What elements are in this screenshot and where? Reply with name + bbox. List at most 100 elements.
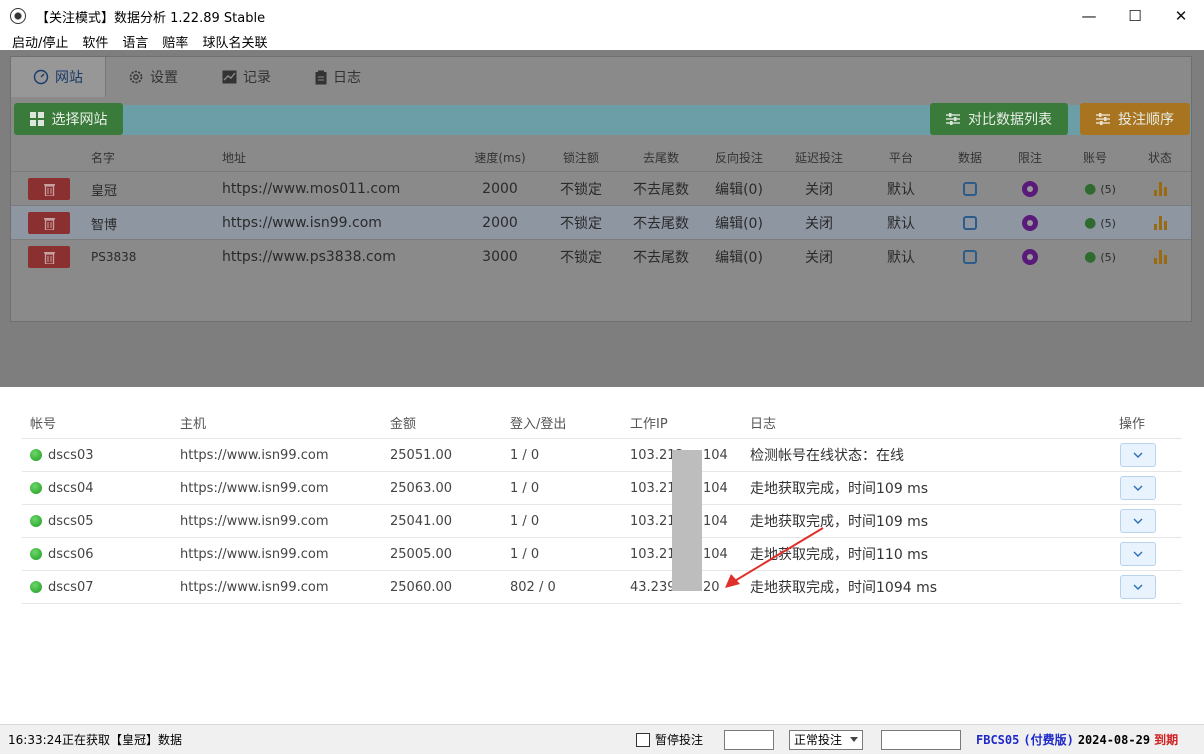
site-lock[interactable]: 不锁定 bbox=[546, 172, 616, 206]
compare-list-label: 对比数据列表 bbox=[968, 112, 1052, 128]
col-address: 地址 bbox=[222, 150, 247, 165]
col-account: 帐号 bbox=[30, 416, 57, 432]
site-tail[interactable]: 不去尾数 bbox=[623, 206, 699, 240]
pause-betting-checkbox[interactable]: 暂停投注 bbox=[636, 725, 703, 754]
account-name: dscs06 bbox=[48, 546, 94, 562]
menu-language[interactable]: 语言 bbox=[122, 32, 148, 51]
site-lock[interactable]: 不锁定 bbox=[546, 206, 616, 240]
row-actions-dropdown[interactable] bbox=[1120, 575, 1156, 599]
site-tail[interactable]: 不去尾数 bbox=[623, 172, 699, 206]
menu-software[interactable]: 软件 bbox=[82, 32, 108, 51]
status-bars-icon[interactable] bbox=[1153, 216, 1167, 230]
account-row[interactable]: dscs05 https://www.isn99.com 25041.00 1 … bbox=[22, 505, 1182, 538]
site-url: https://www.mos011.com bbox=[222, 181, 401, 197]
tab-settings[interactable]: 设置 bbox=[106, 57, 200, 97]
status-bars-icon[interactable] bbox=[1153, 182, 1167, 196]
menu-odds[interactable]: 赔率 bbox=[162, 32, 188, 51]
trash-icon bbox=[43, 251, 55, 264]
site-delay[interactable]: 关闭 bbox=[784, 172, 854, 206]
delete-site-button[interactable] bbox=[28, 212, 70, 234]
tab-logs-label: 日志 bbox=[333, 70, 361, 86]
dropdown-arrow-icon bbox=[850, 737, 858, 742]
gear-icon bbox=[129, 70, 143, 84]
maximize-button[interactable]: ☐ bbox=[1112, 0, 1158, 32]
menu-team-mapping[interactable]: 球队名关联 bbox=[202, 32, 267, 51]
bet-order-button[interactable]: 投注顺序 bbox=[1080, 103, 1190, 135]
data-icon[interactable] bbox=[963, 182, 977, 196]
limit-icon[interactable] bbox=[1022, 249, 1038, 265]
row-actions-dropdown[interactable] bbox=[1120, 476, 1156, 500]
user-icon[interactable]: ● bbox=[1084, 181, 1096, 197]
col-reverse: 反向投注 bbox=[714, 150, 763, 165]
site-reverse[interactable]: 编辑(0) bbox=[704, 240, 774, 274]
site-reverse[interactable]: 编辑(0) bbox=[704, 172, 774, 206]
account-amount: 25063.00 bbox=[390, 480, 453, 496]
title-bar: 【关注模式】数据分析 1.22.89 Stable — ☐ ✕ bbox=[0, 0, 1204, 32]
account-amount: 25041.00 bbox=[390, 513, 453, 529]
select-site-button[interactable]: 选择网站 bbox=[14, 103, 123, 135]
window-title: 【关注模式】数据分析 1.22.89 Stable bbox=[36, 10, 266, 26]
window-controls: — ☐ ✕ bbox=[1066, 0, 1204, 32]
license-info: FBCS05 (付费版) 2024-08-29 到期 bbox=[976, 725, 1178, 754]
site-row[interactable]: 智博 https://www.isn99.com 2000 不锁定 不去尾数 编… bbox=[11, 205, 1191, 240]
extra-input[interactable] bbox=[881, 729, 961, 750]
checkbox-box[interactable] bbox=[636, 732, 650, 747]
accounts-table-header: 帐号 主机 金额 登入/登出 工作IP 日志 操作 bbox=[22, 406, 1182, 439]
site-delay[interactable]: 关闭 bbox=[784, 240, 854, 274]
row-actions-dropdown[interactable] bbox=[1120, 443, 1156, 467]
site-tail[interactable]: 不去尾数 bbox=[623, 240, 699, 274]
sites-panel: 网站 设置 记录 日志 选择网站 对比数据列表 投注顺序 名字 地址 速度(ms… bbox=[0, 50, 1204, 387]
account-row[interactable]: dscs06 https://www.isn99.com 25005.00 1 … bbox=[22, 538, 1182, 571]
menu-start-stop[interactable]: 启动/停止 bbox=[12, 32, 68, 51]
site-platform[interactable]: 默认 bbox=[866, 172, 936, 206]
limit-icon[interactable] bbox=[1022, 215, 1038, 231]
delete-site-button[interactable] bbox=[28, 178, 70, 200]
close-button[interactable]: ✕ bbox=[1158, 0, 1204, 32]
row-actions-dropdown[interactable] bbox=[1120, 542, 1156, 566]
license-date: 2024-08-29 bbox=[1077, 732, 1151, 747]
site-reverse[interactable]: 编辑(0) bbox=[704, 206, 774, 240]
limit-icon[interactable] bbox=[1022, 181, 1038, 197]
bet-order-label: 投注顺序 bbox=[1118, 112, 1174, 128]
site-lock[interactable]: 不锁定 bbox=[546, 240, 616, 274]
tab-logs[interactable]: 日志 bbox=[293, 57, 383, 97]
col-status: 状态 bbox=[1147, 150, 1172, 165]
account-log: 走地获取完成，时间109 ms bbox=[750, 481, 929, 497]
site-platform[interactable]: 默认 bbox=[866, 240, 936, 274]
user-icon[interactable]: ● bbox=[1084, 249, 1096, 265]
account-row[interactable]: dscs03 https://www.isn99.com 25051.00 1 … bbox=[22, 439, 1182, 472]
col-platform: 平台 bbox=[888, 150, 913, 165]
account-host: https://www.isn99.com bbox=[180, 447, 329, 463]
account-host: https://www.isn99.com bbox=[180, 579, 329, 595]
site-speed: 3000 bbox=[482, 249, 518, 265]
user-icon[interactable]: ● bbox=[1084, 215, 1096, 231]
online-status-dot bbox=[30, 548, 42, 560]
tab-strip: 网站 设置 记录 日志 bbox=[11, 57, 383, 97]
site-row[interactable]: 皇冠 https://www.mos011.com 2000 不锁定 不去尾数 … bbox=[11, 171, 1191, 206]
data-icon[interactable] bbox=[963, 250, 977, 264]
chart-icon bbox=[222, 70, 237, 84]
menu-bar: 启动/停止 软件 语言 赔率 球队名关联 bbox=[0, 32, 1204, 51]
data-icon[interactable] bbox=[963, 216, 977, 230]
accounts-table: 帐号 主机 金额 登入/登出 工作IP 日志 操作 dscs03 https:/… bbox=[22, 406, 1182, 604]
tab-records[interactable]: 记录 bbox=[200, 57, 293, 97]
minimize-button[interactable]: — bbox=[1066, 0, 1112, 32]
account-count: (5) bbox=[1100, 250, 1116, 264]
tab-sites[interactable]: 网站 bbox=[11, 57, 106, 97]
site-delay[interactable]: 关闭 bbox=[784, 206, 854, 240]
delete-site-button[interactable] bbox=[28, 246, 70, 268]
account-row[interactable]: dscs07 https://www.isn99.com 25060.00 80… bbox=[22, 571, 1182, 604]
online-status-dot bbox=[30, 515, 42, 527]
license-type: (付费版) bbox=[1023, 733, 1074, 747]
bet-mode-select[interactable]: 正常投注 bbox=[789, 729, 863, 750]
col-log: 日志 bbox=[750, 416, 777, 432]
account-row[interactable]: dscs04 https://www.isn99.com 25063.00 1 … bbox=[22, 472, 1182, 505]
grid-icon bbox=[29, 112, 44, 126]
status-bars-icon[interactable] bbox=[1153, 250, 1167, 264]
row-actions-dropdown[interactable] bbox=[1120, 509, 1156, 533]
compare-list-button[interactable]: 对比数据列表 bbox=[930, 103, 1068, 135]
amount-input[interactable] bbox=[724, 729, 774, 750]
gauge-icon bbox=[33, 69, 49, 85]
site-platform[interactable]: 默认 bbox=[866, 206, 936, 240]
site-row[interactable]: PS3838 https://www.ps3838.com 3000 不锁定 不… bbox=[11, 239, 1191, 274]
